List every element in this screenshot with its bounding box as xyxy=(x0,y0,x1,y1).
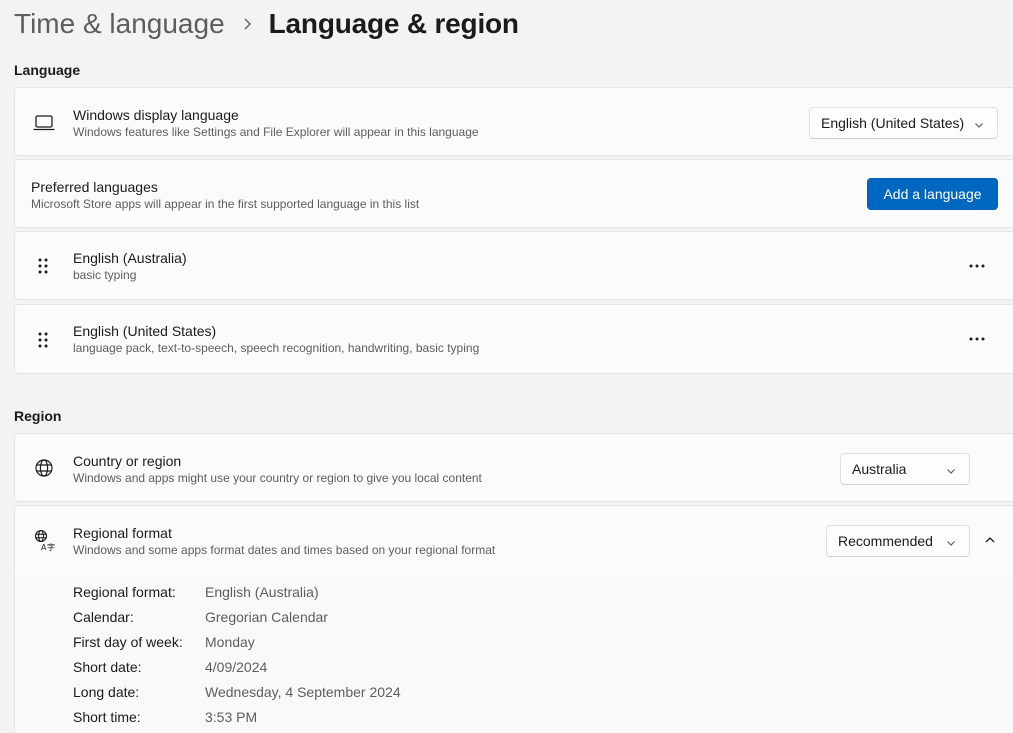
regional-format-card[interactable]: A 字 Regional format Windows and some app… xyxy=(14,505,1013,574)
section-title-region: Region xyxy=(14,408,62,424)
chevron-down-icon xyxy=(973,118,985,130)
language-format-icon: A 字 xyxy=(33,529,55,551)
detail-label: Regional format: xyxy=(73,584,176,600)
detail-label: Long date: xyxy=(73,684,140,700)
page-title: Language & region xyxy=(268,8,519,39)
chevron-down-icon xyxy=(945,464,957,476)
laptop-icon xyxy=(33,112,55,134)
detail-value: 3:53 PM xyxy=(205,709,258,725)
language-item[interactable]: English (United States) language pack, t… xyxy=(14,304,1013,374)
section-title-language: Language xyxy=(14,62,81,78)
preferred-languages-card: Preferred languages Microsoft Store apps… xyxy=(14,159,1013,228)
detail-value: 4/09/2024 xyxy=(205,659,268,675)
settings-page: Time & language Language & region Langua… xyxy=(0,0,1013,733)
regional-format-dropdown[interactable]: Recommended xyxy=(826,525,970,557)
more-options-icon[interactable] xyxy=(963,325,991,353)
chevron-up-icon[interactable] xyxy=(976,526,1004,554)
country-region-dropdown[interactable]: Australia xyxy=(840,453,970,485)
country-region-title: Country or region xyxy=(73,453,182,469)
language-item[interactable]: English (Australia) basic typing xyxy=(14,231,1013,300)
detail-value: Gregorian Calendar xyxy=(205,609,328,625)
breadcrumb: Time & language Language & region xyxy=(14,4,519,44)
language-item-features: language pack, text-to-speech, speech re… xyxy=(73,341,480,355)
more-options-icon[interactable] xyxy=(963,252,991,280)
chevron-right-icon xyxy=(225,17,269,31)
detail-value: Monday xyxy=(205,634,255,650)
detail-label: First day of week: xyxy=(73,634,183,650)
preferred-languages-title: Preferred languages xyxy=(31,179,158,195)
drag-handle-icon[interactable] xyxy=(32,255,54,277)
detail-value: Wednesday, 4 September 2024 xyxy=(205,684,401,700)
language-item-name: English (United States) xyxy=(73,323,217,339)
regional-format-title: Regional format xyxy=(73,525,172,541)
display-language-dropdown[interactable]: English (United States) xyxy=(809,107,998,139)
preferred-languages-description: Microsoft Store apps will appear in the … xyxy=(31,197,420,211)
detail-value: English (Australia) xyxy=(205,584,319,600)
display-language-description: Windows features like Settings and File … xyxy=(73,125,479,139)
regional-format-value: Recommended xyxy=(838,533,933,549)
display-language-value: English (United States) xyxy=(821,115,965,131)
language-item-name: English (Australia) xyxy=(73,250,187,266)
breadcrumb-parent-link[interactable]: Time & language xyxy=(14,8,225,40)
language-item-features: basic typing xyxy=(73,268,137,282)
chevron-down-icon xyxy=(945,536,957,548)
add-language-button[interactable]: Add a language xyxy=(867,178,998,210)
regional-format-description: Windows and some apps format dates and t… xyxy=(73,543,496,557)
display-language-card: Windows display language Windows feature… xyxy=(14,87,1013,156)
detail-label: Short date: xyxy=(73,659,142,675)
svg-text:字: 字 xyxy=(47,542,55,551)
detail-label: Calendar: xyxy=(73,609,134,625)
display-language-title: Windows display language xyxy=(73,107,239,123)
regional-format-details: Regional format: English (Australia) Cal… xyxy=(14,573,1013,733)
country-region-value: Australia xyxy=(852,461,907,477)
country-region-description: Windows and apps might use your country … xyxy=(73,471,482,485)
drag-handle-icon[interactable] xyxy=(32,329,54,351)
detail-label: Short time: xyxy=(73,709,141,725)
globe-icon xyxy=(33,457,55,479)
country-region-card: Country or region Windows and apps might… xyxy=(14,433,1013,502)
